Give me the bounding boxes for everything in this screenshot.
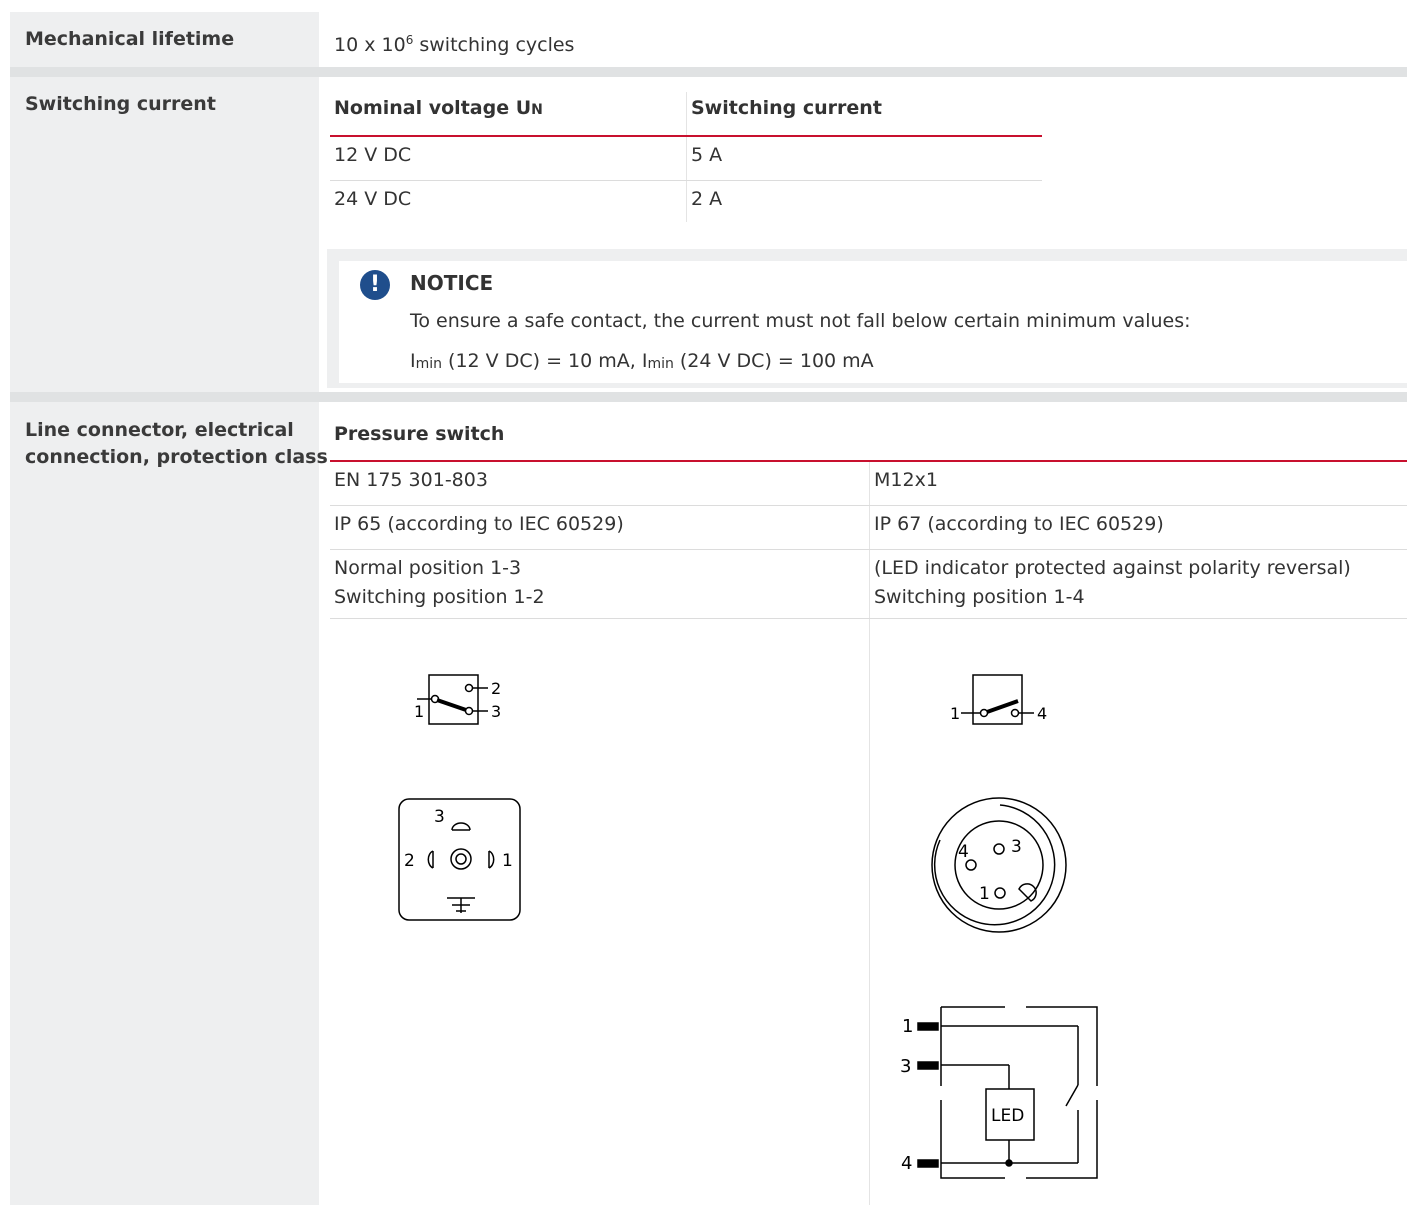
terminal-label: 1 — [902, 1016, 913, 1037]
terminal-label: 3 — [900, 1056, 911, 1077]
left-switch-symbol — [417, 674, 488, 725]
right-plug-symbol — [931, 797, 1067, 933]
pin-label: 3 — [434, 807, 445, 827]
terminal-label: 3 — [491, 702, 501, 721]
pin-label: 3 — [1011, 837, 1022, 857]
terminal-label: 4 — [1037, 704, 1047, 723]
diagram-canvas: 1 2 3 3 2 1 1 4 4 3 1 1 3 4 LED — [398, 674, 1098, 1179]
terminal-label: 2 — [491, 679, 501, 698]
terminal-label: 4 — [901, 1153, 912, 1174]
pin-label: 1 — [502, 851, 513, 871]
terminal-label: 1 — [950, 704, 960, 723]
pin-label: 1 — [979, 884, 990, 904]
led-label: LED — [991, 1106, 1024, 1126]
terminal-label: 1 — [414, 702, 424, 721]
pin-label: 4 — [958, 842, 969, 862]
pin-label: 2 — [404, 851, 415, 871]
led-circuit-symbol — [917, 1006, 1098, 1179]
right-switch-symbol — [961, 674, 1034, 725]
